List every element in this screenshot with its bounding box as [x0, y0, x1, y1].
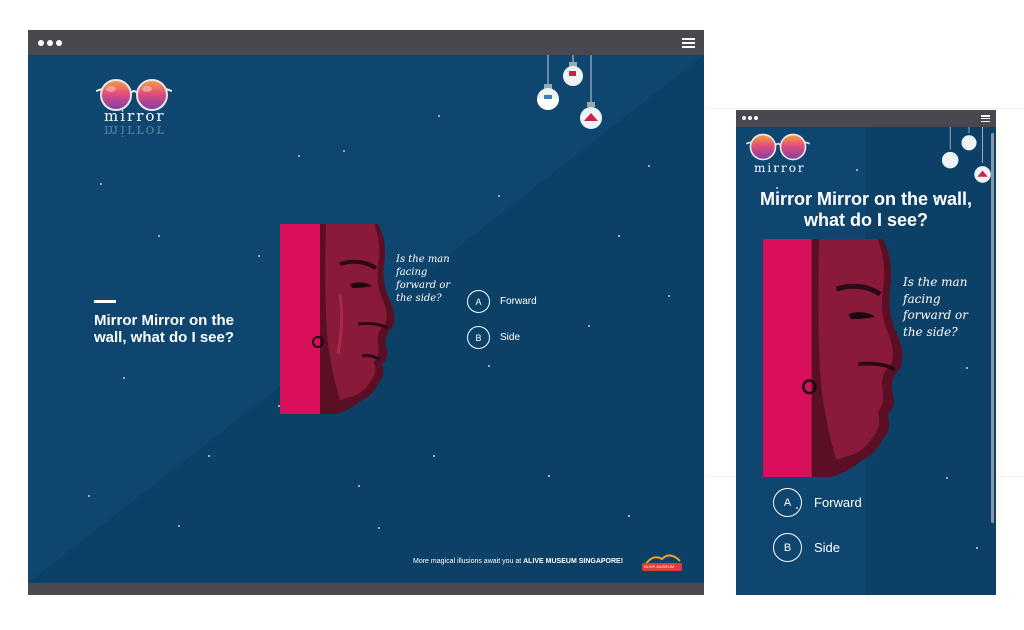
question-line: forward or: [903, 308, 969, 322]
question-line: the side?: [903, 324, 958, 339]
museum-badge-text: ALIVE MUSEUM: [644, 564, 675, 569]
illusion-image: [763, 239, 903, 477]
footer-prefix: More magical illusions await you at: [413, 558, 524, 565]
question-line: Is the man: [396, 254, 450, 265]
question-line: facing: [396, 267, 428, 278]
glasses-icon: [746, 133, 810, 161]
option-a-button[interactable]: A Forward: [467, 290, 537, 313]
question-text: Is the man facing forward or the side?: [903, 274, 968, 340]
logo-text: mirror: [754, 161, 806, 175]
hanging-bulb-icon: [941, 127, 991, 183]
page-title: Mirror Mirror on the wall, what do I see…: [94, 312, 234, 346]
option-label: Forward: [814, 495, 862, 510]
page-title: Mirror Mirror on the wall, what do I see…: [736, 189, 996, 231]
illusion-image: [280, 224, 395, 414]
option-b-button[interactable]: B Side: [467, 326, 520, 349]
window-bottom-bar: [28, 583, 704, 595]
question-line: Is the man: [903, 275, 968, 289]
option-b-button[interactable]: B Side: [773, 533, 840, 562]
question-line: the side?: [396, 293, 442, 304]
option-label: Side: [500, 332, 521, 343]
museum-logo-icon[interactable]: [640, 549, 684, 573]
browser-title-bar: [736, 110, 996, 127]
option-label: Side: [814, 540, 841, 555]
title-accent-line: [94, 300, 116, 303]
option-label: Forward: [500, 296, 537, 307]
title-line: Mirror Mirror on the wall,: [759, 189, 973, 209]
mobile-page: mirror Mirror Mirror on the wall, what d…: [736, 127, 996, 595]
window-dots-icon[interactable]: [38, 40, 62, 46]
question-text: Is the man facing forward or the side?: [396, 253, 450, 305]
option-letter-a: A: [467, 290, 490, 313]
option-letter-b: B: [773, 533, 802, 562]
desktop-browser-frame: mirror mirror Mirror Mirror on the wall,…: [28, 30, 704, 595]
scrollbar[interactable]: [991, 133, 994, 523]
mobile-browser-frame: mirror Mirror Mirror on the wall, what d…: [736, 110, 996, 595]
option-a-button[interactable]: A Forward: [773, 488, 862, 517]
question-line: facing: [903, 291, 941, 306]
desktop-page: mirror mirror Mirror Mirror on the wall,…: [28, 55, 704, 583]
browser-title-bar: [28, 30, 704, 55]
menu-icon[interactable]: [682, 38, 695, 48]
title-line: Mirror Mirror on the: [94, 312, 235, 329]
question-line: forward or: [396, 280, 451, 291]
window-dots-icon[interactable]: [742, 116, 758, 120]
title-line: what do I see?: [803, 210, 929, 230]
title-line: wall, what do I see?: [94, 329, 235, 346]
logo-reflection: mirror: [104, 122, 166, 140]
footer-link[interactable]: ALIVE MUSEUM SINGAPORE!: [523, 558, 623, 565]
option-letter-a: A: [773, 488, 802, 517]
menu-icon[interactable]: [981, 115, 990, 122]
footer-promo: More magical illusions await you at ALIV…: [413, 558, 623, 565]
option-letter-b: B: [467, 326, 490, 349]
bg-divider: [705, 108, 1024, 109]
hanging-bulb-icon: [537, 55, 602, 129]
